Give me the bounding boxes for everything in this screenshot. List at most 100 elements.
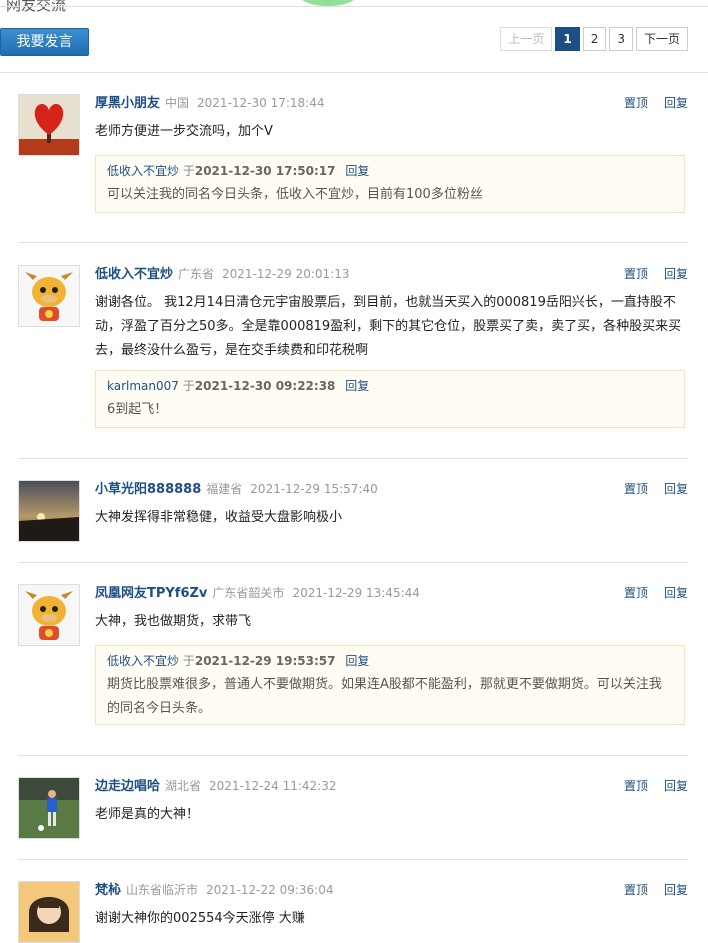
- header-divider: [0, 72, 708, 73]
- reply-reply-link[interactable]: 回复: [345, 164, 369, 178]
- timestamp: 2021-12-29 13:45:44: [292, 586, 420, 600]
- comment-item: 厚黑小朋友 中国 2021-12-30 17:18:44 置顶 回复 老师方便进一步交…: [18, 94, 688, 224]
- cartoon-bull-avatar-icon: [19, 266, 79, 326]
- comment-text: 大神发挥得非常稳健，收益受大盘影响极小: [95, 510, 343, 525]
- comment-item: 梵杺 山东省临沂市 2021-12-22 09:36:04 置顶 回复 谢谢大神你的0…: [18, 881, 688, 943]
- reply-username-link[interactable]: karlman007: [107, 379, 179, 393]
- pin-link[interactable]: 置顶: [624, 883, 648, 897]
- reply-username-link[interactable]: 低收入不宜炒: [107, 164, 179, 178]
- comment-meta: 边走边唱哈 湖北省 2021-12-24 11:42:32: [95, 777, 336, 796]
- reply-box: karlman007 于2021-12-30 09:22:38 回复 6到起飞！: [95, 370, 685, 428]
- reply-reply-link[interactable]: 回复: [345, 654, 369, 668]
- comment-actions: 置顶 回复: [608, 480, 688, 498]
- reply-text: 6到起飞！: [107, 402, 168, 417]
- reply-prefix: 于: [182, 654, 195, 668]
- avatar[interactable]: [18, 94, 80, 156]
- comment-actions: 置顶 回复: [608, 881, 688, 899]
- username-link[interactable]: 厚黑小朋友: [95, 96, 160, 111]
- section-title: 网友交流: [6, 0, 67, 14]
- comment-meta: 小草光阳888888 福建省 2021-12-29 15:57:40: [95, 480, 378, 499]
- comment-divider: [18, 242, 688, 243]
- comment-divider: [18, 859, 688, 860]
- comment-item: 低收入不宜炒 广东省 2021-12-29 20:01:13 置顶 回复 谢谢各位。 …: [18, 265, 688, 435]
- reply-meta: karlman007 于2021-12-30 09:22:38 回复: [107, 377, 673, 395]
- location: 广东省韶关市: [212, 586, 285, 600]
- reply-username-link[interactable]: 低收入不宜炒: [107, 654, 179, 668]
- reply-timestamp: 2021-12-30 17:50:17: [194, 164, 336, 178]
- comment-actions: 置顶 回复: [608, 584, 688, 602]
- reply-link[interactable]: 回复: [664, 96, 688, 110]
- reply-text: 期货比股票难很多，普通人不要做期货。如果连A股都不能盈利，那就更不要做期货。可以…: [107, 677, 662, 716]
- pin-link[interactable]: 置顶: [624, 96, 648, 110]
- pagination: 上一页 1 2 3 下一页: [500, 27, 688, 51]
- timestamp: 2021-12-24 11:42:32: [209, 779, 337, 793]
- comment-text: 谢谢大神你的002554今天涨停 大赚: [95, 911, 305, 926]
- comment-meta: 低收入不宜炒 广东省 2021-12-29 20:01:13: [95, 265, 349, 284]
- cartoon-girl-avatar-icon: [19, 882, 79, 942]
- comment-actions: 置顶 回复: [608, 265, 688, 283]
- timestamp: 2021-12-30 17:18:44: [197, 96, 325, 110]
- reply-link[interactable]: 回复: [664, 586, 688, 600]
- reply-prefix: 于: [182, 379, 195, 393]
- username-link[interactable]: 小草光阳888888: [95, 482, 201, 497]
- reply-link[interactable]: 回复: [664, 779, 688, 793]
- post-comment-button[interactable]: 我要发言: [0, 28, 89, 56]
- comment-item: 小草光阳888888 福建省 2021-12-29 15:57:40 置顶 回复 大神…: [18, 480, 688, 542]
- avatar[interactable]: [18, 777, 80, 839]
- next-page-button[interactable]: 下一页: [635, 27, 688, 51]
- avatar[interactable]: [18, 584, 80, 646]
- location: 中国: [165, 96, 190, 110]
- username-link[interactable]: 凤凰网友TPYf6Zv: [95, 586, 207, 601]
- comment-text: 老师方便进一步交流吗，加个V: [95, 124, 273, 139]
- username-link[interactable]: 边走边唱哈: [95, 779, 160, 794]
- comment-text: 大神，我也做期货，求带飞: [95, 614, 252, 629]
- location: 广东省: [178, 267, 215, 281]
- comment-text: 老师是真的大神！: [95, 807, 200, 822]
- timestamp: 2021-12-29 15:57:40: [250, 482, 378, 496]
- reply-text: 可以关注我的同名今日头条，低收入不宜炒，目前有100多位粉丝: [107, 187, 483, 202]
- pin-link[interactable]: 置顶: [624, 482, 648, 496]
- comment-divider: [18, 562, 688, 563]
- pin-link[interactable]: 置顶: [624, 586, 648, 600]
- username-link[interactable]: 低收入不宜炒: [95, 267, 173, 282]
- prev-page-button[interactable]: 上一页: [500, 27, 553, 51]
- avatar[interactable]: [18, 881, 80, 943]
- reply-meta: 低收入不宜炒 于2021-12-29 19:53:57 回复: [107, 652, 673, 670]
- reply-link[interactable]: 回复: [664, 482, 688, 496]
- heart-tree-avatar-icon: [19, 95, 79, 155]
- pin-link[interactable]: 置顶: [624, 267, 648, 281]
- reply-meta: 低收入不宜炒 于2021-12-30 17:50:17 回复: [107, 162, 673, 180]
- timestamp: 2021-12-22 09:36:04: [206, 883, 334, 897]
- page-1-button[interactable]: 1: [555, 27, 580, 51]
- avatar[interactable]: [18, 265, 80, 327]
- comment-actions: 置顶 回复: [608, 94, 688, 112]
- page-2-button[interactable]: 2: [582, 27, 607, 51]
- reply-timestamp: 2021-12-30 09:22:38: [194, 379, 336, 393]
- top-divider: [0, 6, 708, 7]
- username-link[interactable]: 梵杺: [95, 883, 121, 898]
- page-3-button[interactable]: 3: [609, 27, 633, 51]
- comment-actions: 置顶 回复: [608, 777, 688, 795]
- location: 山东省临沂市: [126, 883, 199, 897]
- comment-item: 凤凰网友TPYf6Zv 广东省韶关市 2021-12-29 13:45:44 置顶回…: [18, 584, 688, 726]
- reply-prefix: 于: [182, 164, 195, 178]
- location: 福建省: [206, 482, 243, 496]
- comment-meta: 凤凰网友TPYf6Zv 广东省韶关市 2021-12-29 13:45:44: [95, 584, 420, 603]
- soccer-player-avatar-icon: [19, 778, 79, 838]
- comment-text: 谢谢各位。 我12月14日清仓元宇宙股票后，到目前，也就当天买入的000819岳…: [95, 295, 682, 358]
- comment-divider: [18, 755, 688, 756]
- reply-box: 低收入不宜炒 于2021-12-30 17:50:17 回复 可以关注我的同名今…: [95, 155, 685, 213]
- timestamp: 2021-12-29 20:01:13: [222, 267, 350, 281]
- avatar[interactable]: [18, 480, 80, 542]
- reply-link[interactable]: 回复: [664, 883, 688, 897]
- reply-box: 低收入不宜炒 于2021-12-29 19:53:57 回复 期货比股票难很多，…: [95, 645, 685, 725]
- comment-meta: 厚黑小朋友 中国 2021-12-30 17:18:44: [95, 94, 324, 113]
- reply-reply-link[interactable]: 回复: [345, 379, 369, 393]
- sunset-landscape-avatar-icon: [19, 481, 79, 541]
- comment-meta: 梵杺 山东省临沂市 2021-12-22 09:36:04: [95, 881, 333, 900]
- reply-link[interactable]: 回复: [664, 267, 688, 281]
- pin-link[interactable]: 置顶: [624, 779, 648, 793]
- reply-timestamp: 2021-12-29 19:53:57: [194, 654, 336, 668]
- comment-divider: [18, 458, 688, 459]
- cartoon-bull-avatar-icon: [19, 585, 79, 645]
